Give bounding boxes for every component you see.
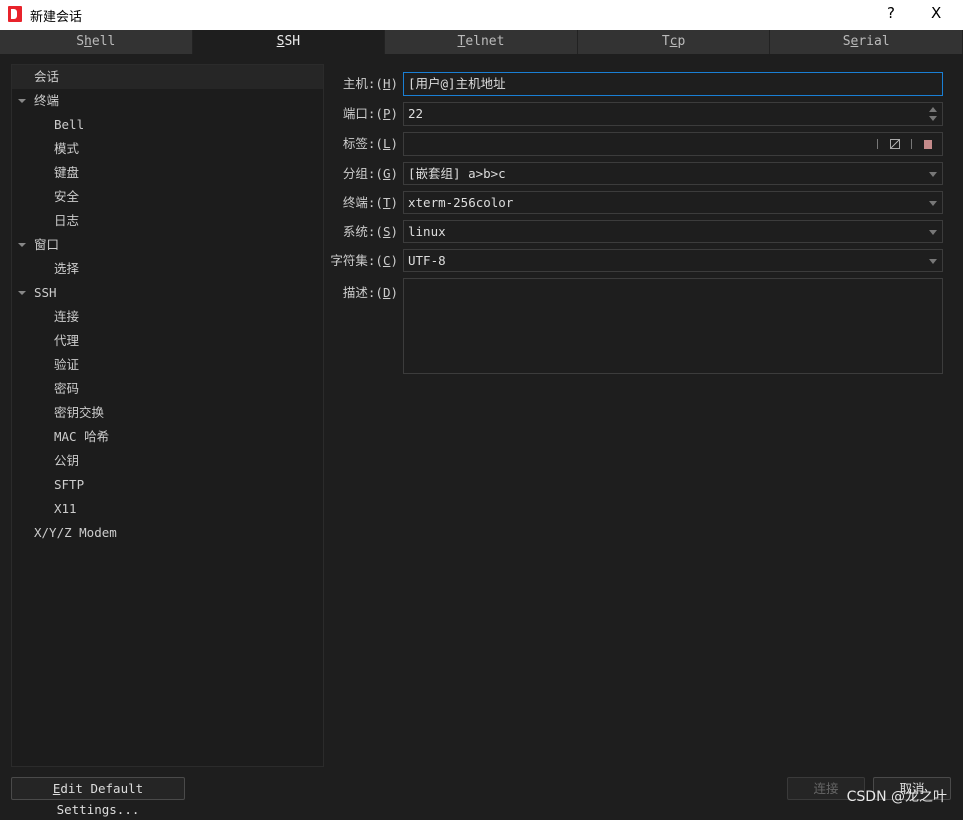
tree-item-label: 会话: [34, 69, 60, 84]
tree-item-label: 代理: [54, 333, 80, 348]
tree-item[interactable]: 键盘: [12, 161, 323, 185]
tree-item-label: 日志: [54, 213, 80, 228]
tree-item[interactable]: 密钥交换: [12, 401, 323, 425]
tree-item[interactable]: 选择: [12, 257, 323, 281]
system-value: linux: [408, 224, 446, 239]
system-label: 系统:(S): [342, 224, 398, 239]
title-bar: 新建会话 ? X: [0, 0, 963, 30]
spin-up-icon[interactable]: [929, 107, 937, 112]
tree-item-label: 终端: [34, 93, 60, 108]
tree-item-label: X11: [54, 501, 77, 516]
settings-tree: 会话终端 Bell 模式键盘安全日志窗口选择 SSH 连接代理验证密码密钥交换 MAC 哈…: [11, 64, 324, 767]
tree-item-label: 连接: [54, 309, 80, 324]
tree-item-label: 验证: [54, 357, 80, 372]
watermark: CSDN @龙之叶: [846, 789, 947, 805]
dropdown-arrow-icon[interactable]: [929, 172, 937, 177]
port-input[interactable]: 22: [403, 102, 943, 126]
close-button[interactable]: X: [931, 4, 941, 22]
window-title: 新建会话: [30, 10, 83, 25]
desc-label: 描述:(D): [342, 285, 398, 300]
tree-item-label: 窗口: [34, 237, 60, 252]
terminal-select[interactable]: xterm-256color: [403, 191, 943, 214]
charset-select[interactable]: UTF-8: [403, 249, 943, 272]
group-select[interactable]: [嵌套组] a>b>c: [403, 162, 943, 185]
dropdown-arrow-icon[interactable]: [929, 230, 937, 235]
label-label: 标签:(L): [342, 136, 398, 151]
expand-caret-icon[interactable]: [18, 99, 26, 103]
charset-label: 字符集:(C): [330, 253, 398, 268]
port-label: 端口:(P): [342, 106, 398, 121]
tree-item-label: 安全: [54, 189, 80, 204]
tree-item[interactable]: 窗口: [12, 233, 323, 257]
tree-item-label: X/Y/Z Modem: [34, 525, 117, 540]
clear-color-icon[interactable]: [890, 139, 900, 149]
tree-item-label: 键盘: [54, 165, 80, 180]
tab-1[interactable]: SSH: [192, 30, 386, 54]
group-value: [嵌套组] a>b>c: [408, 166, 506, 181]
dropdown-arrow-icon[interactable]: [929, 201, 937, 206]
tab-4[interactable]: Serial: [770, 30, 963, 54]
color-swatch-icon[interactable]: [924, 140, 932, 149]
button-label: dit Default Settings...: [56, 781, 144, 817]
tree-item-label: SSH: [34, 285, 57, 300]
host-input[interactable]: [用户@]主机地址: [403, 72, 943, 96]
tree-item[interactable]: 验证: [12, 353, 323, 377]
tree-item[interactable]: SSH: [12, 281, 323, 305]
charset-value: UTF-8: [408, 253, 446, 268]
help-button[interactable]: ?: [887, 4, 895, 22]
tree-item[interactable]: 日志: [12, 209, 323, 233]
tree-item-label: Bell: [54, 117, 85, 132]
tree-item-label: 选择: [54, 261, 80, 276]
app-logo-icon: [8, 6, 22, 22]
spin-down-icon[interactable]: [929, 116, 937, 121]
expand-caret-icon[interactable]: [18, 291, 26, 295]
tree-item[interactable]: 模式: [12, 137, 323, 161]
tree-item[interactable]: 密码: [12, 377, 323, 401]
host-label: 主机:(H): [342, 76, 398, 91]
group-label: 分组:(G): [342, 166, 398, 181]
tree-item-label: MAC 哈希: [54, 429, 110, 444]
system-select[interactable]: linux: [403, 220, 943, 243]
protocol-tabs: Shell SSH Telnet Tcp Serial: [0, 30, 963, 54]
tree-item[interactable]: X11: [12, 497, 323, 521]
tree-item[interactable]: 终端: [12, 89, 323, 113]
terminal-label: 终端:(T): [342, 195, 398, 210]
tree-item[interactable]: 代理: [12, 329, 323, 353]
tab-3[interactable]: Tcp: [578, 30, 771, 54]
separator: [877, 139, 878, 149]
tree-item[interactable]: 安全: [12, 185, 323, 209]
tree-item-label: 公钥: [54, 453, 80, 468]
label-input[interactable]: [403, 132, 943, 156]
port-value: 22: [408, 106, 424, 121]
tree-item[interactable]: X/Y/Z Modem: [12, 521, 323, 545]
tree-item[interactable]: MAC 哈希: [12, 425, 323, 449]
terminal-value: xterm-256color: [408, 195, 514, 210]
tree-item-label: 模式: [54, 141, 80, 156]
host-value: [用户@]主机地址: [408, 76, 506, 91]
separator: [911, 139, 912, 149]
desc-input[interactable]: [403, 278, 943, 374]
tree-item[interactable]: 会话: [12, 65, 323, 89]
tree-item[interactable]: Bell: [12, 113, 323, 137]
tab-0[interactable]: Shell: [0, 30, 193, 54]
edit-default-settings-button[interactable]: Edit Default Settings...: [11, 777, 185, 817]
tab-2[interactable]: Telnet: [385, 30, 578, 54]
tree-item[interactable]: 公钥: [12, 449, 323, 473]
tree-item-label: 密码: [54, 381, 80, 396]
tree-item[interactable]: SFTP: [12, 473, 323, 497]
dropdown-arrow-icon[interactable]: [929, 259, 937, 264]
tree-item-label: SFTP: [54, 477, 85, 492]
expand-caret-icon[interactable]: [18, 243, 26, 247]
tree-item-label: 密钥交换: [54, 405, 105, 420]
tree-item[interactable]: 连接: [12, 305, 323, 329]
